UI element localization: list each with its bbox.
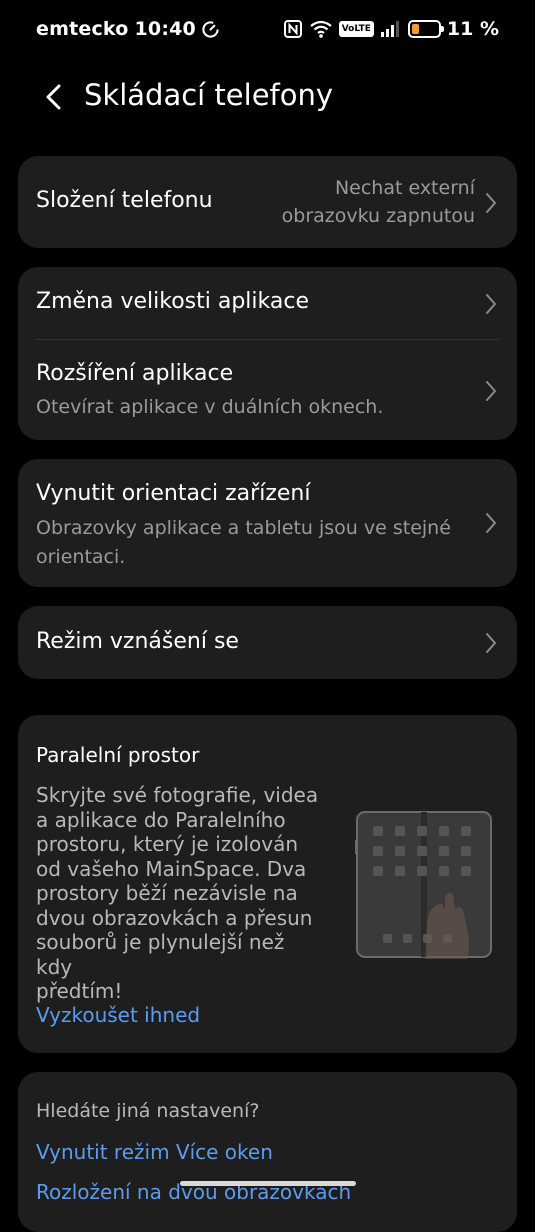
force-multiwindow-link[interactable]: Vynutit režim Více oken [36, 1140, 273, 1164]
orientation-subtitle-line1: Obrazovky aplikace a tabletu jsou ve ste… [36, 517, 451, 539]
nfc-icon [283, 19, 303, 39]
chevron-right-icon [486, 633, 496, 653]
chevron-right-icon [486, 381, 496, 401]
description-line: předtím! [36, 979, 123, 1003]
hover-mode-row[interactable]: Režim vznášení se [18, 606, 517, 679]
description-line: Skryjte své fotografie, videa [36, 783, 319, 807]
foldable-phone-illustration [355, 811, 492, 959]
parallel-space-card: Paralelní prostor Skryjte své fotografie… [18, 715, 517, 1053]
page-title: Skládací telefony [84, 78, 334, 112]
carrier-name: emtecko [36, 18, 129, 40]
fold-value-line2: obrazovku zapnutou [281, 205, 475, 227]
clock: 10:40 [134, 18, 196, 40]
timer-icon [201, 20, 220, 39]
hover-mode-title: Režim vznášení se [36, 629, 239, 654]
orientation-subtitle-line2: orientaci. [36, 546, 126, 568]
other-settings-title: Hledáte jiná nastavení? [36, 1100, 260, 1122]
expand-app-row[interactable]: Rozšíření aplikace Otevírat aplikace v d… [18, 340, 517, 440]
chevron-right-icon [486, 513, 496, 533]
force-orientation-row[interactable]: Vynutit orientaci zařízení Obrazovky apl… [18, 459, 517, 587]
resize-app-title: Změna velikosti aplikace [36, 289, 309, 314]
fold-settings-card: Složení telefonu Nechat externí obrazovk… [18, 156, 517, 248]
fold-value-line1: Nechat externí [334, 177, 475, 199]
battery-percent: 11 % [446, 18, 499, 40]
expand-app-title: Rozšíření aplikace [36, 361, 234, 386]
resize-app-row[interactable]: Změna velikosti aplikace [18, 267, 517, 339]
status-bar: emtecko 10:40 VoLTE 11 % [0, 0, 535, 60]
description-line: dvou obrazovkách a přesun [36, 905, 313, 930]
description-line: souborů je plynulejší než kdy [36, 930, 285, 979]
home-indicator[interactable] [180, 1181, 356, 1186]
app-settings-card: Změna velikosti aplikace Rozšíření aplik… [18, 267, 517, 440]
force-orientation-title: Vynutit orientaci zařízení [36, 481, 311, 506]
volte-icon: VoLTE [338, 21, 374, 37]
description-line: prostory běží nezávisle na [36, 881, 298, 905]
force-orientation-subtitle: Obrazovky aplikace a tabletu jsou ve ste… [36, 514, 451, 572]
description-line: prostoru, který je izolován [36, 832, 299, 856]
expand-app-subtitle: Otevírat aplikace v duálních oknech. [36, 396, 384, 418]
try-now-link[interactable]: Vyzkoušet ihned [36, 1003, 200, 1027]
wifi-icon [309, 19, 333, 39]
chevron-right-icon [486, 193, 496, 213]
description-line: od vašeho MainSpace. Dva [36, 856, 307, 881]
fold-setting-title: Složení telefonu [36, 188, 213, 213]
fold-setting-row[interactable]: Složení telefonu Nechat externí obrazovk… [18, 156, 517, 248]
header: Skládací telefony [0, 70, 535, 126]
hover-mode-card: Režim vznášení se [18, 606, 517, 679]
parallel-space-description: Skryjte své fotografie, videa a aplikace… [36, 783, 326, 1004]
other-settings-card: Hledáte jiná nastavení? Vynutit režim Ví… [18, 1072, 517, 1232]
chevron-right-icon [486, 294, 496, 314]
orientation-card: Vynutit orientaci zařízení Obrazovky apl… [18, 459, 517, 587]
fold-setting-value: Nechat externí obrazovku zapnutou [282, 174, 475, 230]
battery-icon [407, 20, 444, 38]
signal-icon [380, 20, 402, 38]
parallel-space-title: Paralelní prostor [36, 743, 200, 767]
description-line: a aplikace do Paralelního [36, 807, 286, 832]
chevron-left-icon[interactable] [40, 82, 68, 112]
